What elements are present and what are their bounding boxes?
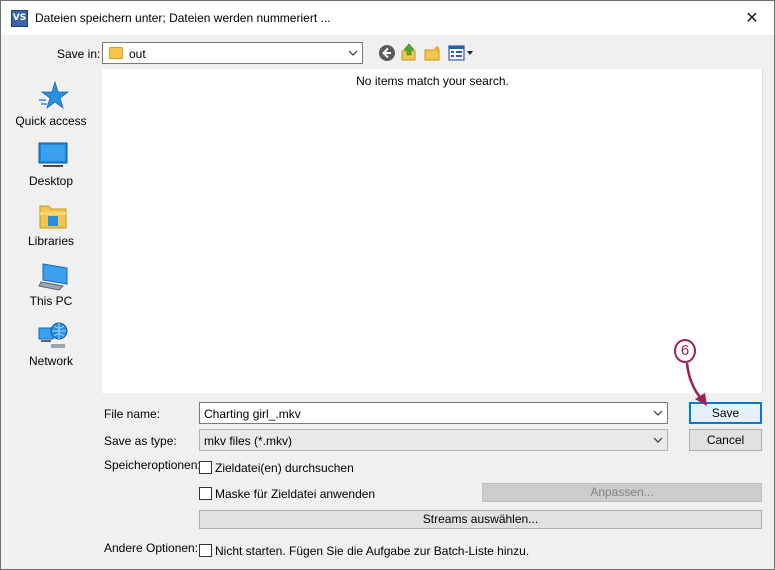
title-bar: VS Dateien speichern unter; Dateien werd… xyxy=(1,1,774,35)
place-this-pc[interactable]: This PC xyxy=(5,260,97,316)
save-dialog: VS Dateien speichern unter; Dateien werd… xyxy=(0,0,775,570)
save-as-type-value: mkv files (*.mkv) xyxy=(204,434,292,448)
step-annotation-badge: 6 xyxy=(674,339,696,363)
save-in-label: Save in: xyxy=(57,47,101,61)
checkbox-label: Nicht starten. Fügen Sie die Aufgabe zur… xyxy=(215,544,530,558)
file-name-label: File name: xyxy=(104,407,161,421)
close-icon: ✕ xyxy=(745,9,759,27)
save-in-value: out xyxy=(129,47,146,61)
checkbox-box xyxy=(199,544,212,557)
anpassen-button[interactable]: Anpassen... xyxy=(482,483,762,502)
view-menu-icon[interactable] xyxy=(448,44,474,62)
back-icon[interactable] xyxy=(378,44,396,62)
places-bar: Quick access Desktop Libraries This PC N… xyxy=(5,70,97,448)
maske-checkbox[interactable]: Maske für Zieldatei anwenden xyxy=(199,486,459,502)
andere-optionen-label: Andere Optionen: xyxy=(104,541,199,555)
chevron-down-icon xyxy=(348,50,358,56)
zieldatei-durchsuchen-checkbox[interactable]: Zieldatei(en) durchsuchen xyxy=(199,460,459,476)
network-icon xyxy=(38,322,68,348)
place-label: This PC xyxy=(29,294,73,308)
star-icon xyxy=(39,80,69,110)
file-name-input[interactable]: Charting girl_.mkv xyxy=(199,402,668,424)
place-desktop[interactable]: Desktop xyxy=(5,140,97,196)
new-folder-icon[interactable] xyxy=(424,44,442,62)
streams-auswaehlen-button[interactable]: Streams auswählen... xyxy=(199,510,762,529)
computer-icon xyxy=(38,263,68,291)
place-label: Network xyxy=(28,354,73,368)
place-label: Quick access xyxy=(15,114,87,128)
nicht-starten-checkbox[interactable]: Nicht starten. Fügen Sie die Aufgabe zur… xyxy=(199,543,619,559)
place-network[interactable]: Network xyxy=(5,320,97,376)
checkbox-box xyxy=(199,487,212,500)
checkbox-label: Maske für Zieldatei anwenden xyxy=(215,487,376,501)
cancel-button[interactable]: Cancel xyxy=(689,429,762,451)
empty-message: No items match your search. xyxy=(356,74,509,88)
folder-icon xyxy=(109,47,123,59)
annotation-arrow-icon xyxy=(685,362,707,406)
save-as-type-dropdown[interactable]: mkv files (*.mkv) xyxy=(199,429,668,451)
speicheroptionen-label: Speicheroptionen: xyxy=(104,458,201,472)
checkbox-box xyxy=(199,461,212,474)
chevron-down-icon xyxy=(653,437,663,443)
place-quick-access[interactable]: Quick access xyxy=(5,80,97,136)
libraries-icon xyxy=(39,205,67,229)
chevron-down-icon xyxy=(653,410,663,416)
file-list[interactable]: No items match your search. xyxy=(102,69,763,393)
save-as-type-label: Save as type: xyxy=(104,434,177,448)
place-label: Libraries xyxy=(27,234,75,248)
close-button[interactable]: ✕ xyxy=(730,1,774,34)
place-libraries[interactable]: Libraries xyxy=(5,200,97,256)
place-label: Desktop xyxy=(28,174,74,188)
save-in-dropdown[interactable]: out xyxy=(102,42,363,64)
up-folder-icon[interactable] xyxy=(400,43,418,61)
app-icon: VS xyxy=(11,10,28,27)
desktop-icon xyxy=(38,142,68,167)
checkbox-label: Zieldatei(en) durchsuchen xyxy=(215,461,354,475)
file-name-value: Charting girl_.mkv xyxy=(204,407,301,421)
window-title: Dateien speichern unter; Dateien werden … xyxy=(35,11,331,25)
